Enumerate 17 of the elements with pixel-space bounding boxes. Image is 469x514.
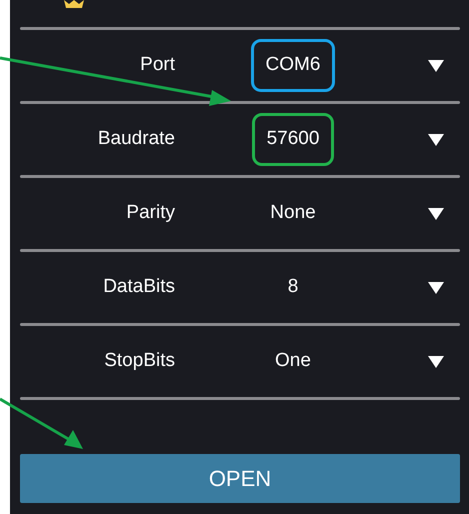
setting-label: Port	[140, 53, 175, 78]
dropdown-value[interactable]: 8	[288, 273, 298, 302]
setting-label: StopBits	[104, 349, 175, 374]
setting-label: Parity	[126, 201, 175, 226]
caret-icon[interactable]	[428, 208, 444, 220]
dropdown-value[interactable]: 57600	[252, 113, 334, 166]
open-button[interactable]: OPEN	[20, 454, 460, 503]
setting-label: Baudrate	[98, 127, 175, 152]
caret-icon[interactable]	[428, 282, 444, 294]
setting-label: DataBits	[103, 275, 175, 300]
dropdown-value[interactable]: One	[275, 347, 311, 376]
dropdown-value[interactable]: COM6	[250, 39, 336, 92]
caret-icon[interactable]	[428, 356, 444, 368]
caret-icon[interactable]	[428, 134, 444, 146]
dropdown-value[interactable]: None	[270, 199, 316, 228]
crown-icon	[62, 0, 86, 9]
caret-icon[interactable]	[428, 60, 444, 72]
